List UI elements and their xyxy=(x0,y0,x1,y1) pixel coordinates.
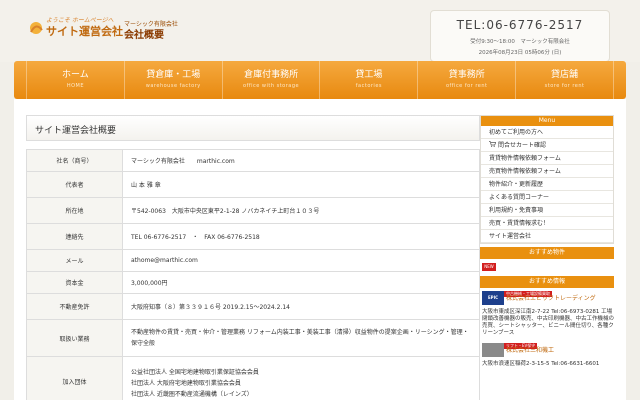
sidebar-item-first-time[interactable]: 初めてご利用の方へ xyxy=(481,126,613,139)
main-panel: サイト運営会社概要 社名（商号） マーシック有限会社 marthic.com 代表… xyxy=(14,99,626,400)
nav-label: 倉庫付事務所 xyxy=(244,70,299,80)
recommended-properties-heading: おすすめ物件 xyxy=(480,247,614,259)
table-row: メール athome@marthic.com xyxy=(26,249,480,272)
nav-label: 貸事務所 xyxy=(448,70,485,80)
row-value: 不動産物件の賃貸・売買・仲介・管理業務 リフォーム内装工事・美装工事（清掃）収益… xyxy=(122,319,480,357)
nav-sublabel: office for rent xyxy=(445,83,488,89)
sidebar-item-terms[interactable]: 利用規約・免責事項 xyxy=(481,204,613,217)
nav-label: 貸工場 xyxy=(355,70,383,80)
current-date: 2026年08月23日 05時06分 (日) xyxy=(478,50,562,56)
row-value: 〒542-0063 大阪市中央区東平2-1-28 ノバカネイチ上町台１０３号 xyxy=(122,197,480,224)
nav-factories[interactable]: 貸工場 factories xyxy=(319,61,417,99)
row-label: メール xyxy=(26,249,123,272)
table-row: 加入団体 公益社団法人 全国宅地建物取引業保証協会会員 社団法人 大阪府宅地建物… xyxy=(26,356,480,400)
sidebar-item-history[interactable]: 物件紹介・更新履歴 xyxy=(481,178,613,191)
row-label: 連絡先 xyxy=(26,223,123,250)
nav-sublabel: warehouse factory xyxy=(145,83,201,89)
sidebar: Menu 初めてご利用の方へ 問合せカート確認 賃貸物件情報依頼フォーム 売買物… xyxy=(480,115,626,367)
company-info-table: 社名（商号） マーシック有限会社 marthic.com 代表者山 本 雅 章 所… xyxy=(26,149,480,400)
table-row: 取扱い業務 不動産物件の賃貸・売買・仲介・管理業務 リフォーム内装工事・美装工事（… xyxy=(26,319,480,357)
ad-title: 株式会社エピックトレーディング xyxy=(506,295,596,302)
sanwa-logo xyxy=(482,343,504,357)
membership-line: 社団法人 近畿圏不動産流通機構（レインズ） xyxy=(131,391,253,398)
row-label: 代表者 xyxy=(26,171,123,198)
email-link[interactable]: athome@marthic.com xyxy=(122,249,480,272)
sidebar-item-label: 問合せカート確認 xyxy=(498,142,547,149)
nav-warehouse[interactable]: 貸倉庫・工場 warehouse factory xyxy=(123,61,222,99)
ad-sanwa[interactable]: リフト・EV保守 株式会社三和機工 大阪市浪速区稲荷2-3-15-5 Tel:0… xyxy=(480,343,614,367)
ad-epic[interactable]: EPIC 中古機械・工場設備買取 株式会社エピックトレーディング 大阪市東成区深… xyxy=(480,291,614,339)
table-row: 所在地 〒542-0063 大阪市中央区東平2-1-28 ノバカネイチ上町台１０３… xyxy=(26,197,480,224)
nav-label: 貸倉庫・工場 xyxy=(146,70,201,80)
nav-office[interactable]: 貸事務所 office for rent xyxy=(417,61,515,99)
contact-box: TEL:06-6776-2517 受付9:30〜18:00 マーシック有限会社 … xyxy=(430,10,610,62)
sidebar-item-rent-form[interactable]: 賃貸物件情報依頼フォーム xyxy=(481,152,613,165)
nav-sublabel: HOME xyxy=(66,83,84,89)
membership-line: 公益社団法人 全国宅地建物取引業保証協会会員 xyxy=(131,369,259,376)
sidebar-item-company[interactable]: サイト運営会社 xyxy=(481,230,613,243)
row-value: 公益社団法人 全国宅地建物取引業保証協会会員 社団法人 大阪府宅地建物取引業協会… xyxy=(122,356,480,400)
nav-sublabel: factories xyxy=(355,83,382,89)
recommended-info-heading: おすすめ情報 xyxy=(480,276,614,288)
main-nav: ホーム HOME 貸倉庫・工場 warehouse factory 倉庫付事務所 of… xyxy=(14,61,626,99)
sidebar-item-faq[interactable]: よくある質問コーナー xyxy=(481,191,613,204)
site-header: ようこそ ホームページへ サイト運営会社 マーシック有限会社 会社概要 TEL:… xyxy=(0,0,640,62)
row-label: 資本金 xyxy=(26,271,123,294)
new-badge: NEW xyxy=(482,263,496,271)
nav-sublabel: store for rent xyxy=(544,83,585,89)
sidebar-menu-heading: Menu xyxy=(481,116,613,126)
epic-logo: EPIC xyxy=(482,291,504,305)
row-label: 不動産免許 xyxy=(26,293,123,320)
nav-label: 貸店舗 xyxy=(551,70,579,80)
logo-title: サイト運営会社 xyxy=(46,25,123,38)
table-row: 不動産免許 大阪府知事（８）第３３９１６号 2019.2.15〜2024.2.14 xyxy=(26,293,480,320)
cart-icon xyxy=(489,139,497,152)
row-value: 山 本 雅 章 xyxy=(122,171,480,198)
nav-store[interactable]: 貸店舗 store for rent xyxy=(515,61,614,99)
nav-label: ホーム xyxy=(62,70,89,80)
sidebar-item-cart[interactable]: 問合せカート確認 xyxy=(481,139,613,152)
nav-home[interactable]: ホーム HOME xyxy=(26,61,124,99)
logo-subtitle: 会社概要 xyxy=(124,30,164,41)
row-label: 取扱い業務 xyxy=(26,319,123,357)
sidebar-item-wanted[interactable]: 売買・賃貸情報求む！ xyxy=(481,217,613,230)
ad-title: 株式会社三和機工 xyxy=(506,347,555,354)
sidebar-item-sale-form[interactable]: 売買物件情報依頼フォーム xyxy=(481,165,613,178)
company-profile: サイト運営会社概要 社名（商号） マーシック有限会社 marthic.com 代表… xyxy=(26,115,480,400)
sidebar-menu: Menu 初めてご利用の方へ 問合せカート確認 賃貸物件情報依頼フォーム 売買物… xyxy=(480,115,614,244)
row-label: 加入団体 xyxy=(26,356,123,400)
nav-office-storage[interactable]: 倉庫付事務所 office with storage xyxy=(221,61,320,99)
membership-line: 社団法人 大阪府宅地建物取引業協会会員 xyxy=(131,380,241,387)
page-title: サイト運営会社概要 xyxy=(26,115,480,141)
phone-number[interactable]: TEL:06-6776-2517 xyxy=(431,18,609,32)
row-value: 大阪府知事（８）第３３９１６号 2019.2.15〜2024.2.14 xyxy=(122,293,480,320)
row-label: 所在地 xyxy=(26,197,123,224)
table-row: 代表者山 本 雅 章 xyxy=(26,171,480,198)
row-value: マーシック有限会社 marthic.com xyxy=(122,149,480,172)
table-row: 社名（商号） マーシック有限会社 marthic.com xyxy=(26,149,480,172)
row-value: 3,000,000円 xyxy=(122,271,480,294)
nav-sublabel: office with storage xyxy=(243,83,300,89)
table-row: 連絡先 TEL 06-6776-2517 ・ FAX 06-6776-2518 xyxy=(26,223,480,250)
row-label: 社名（商号） xyxy=(26,149,123,172)
site-logo[interactable]: ようこそ ホームページへ サイト運営会社 マーシック有限会社 会社概要 xyxy=(28,15,208,41)
row-value: TEL 06-6776-2517 ・ FAX 06-6776-2518 xyxy=(122,223,480,250)
table-row: 資本金 3,000,000円 xyxy=(26,271,480,294)
business-hours: 受付9:30〜18:00 マーシック有限会社 xyxy=(470,39,570,45)
